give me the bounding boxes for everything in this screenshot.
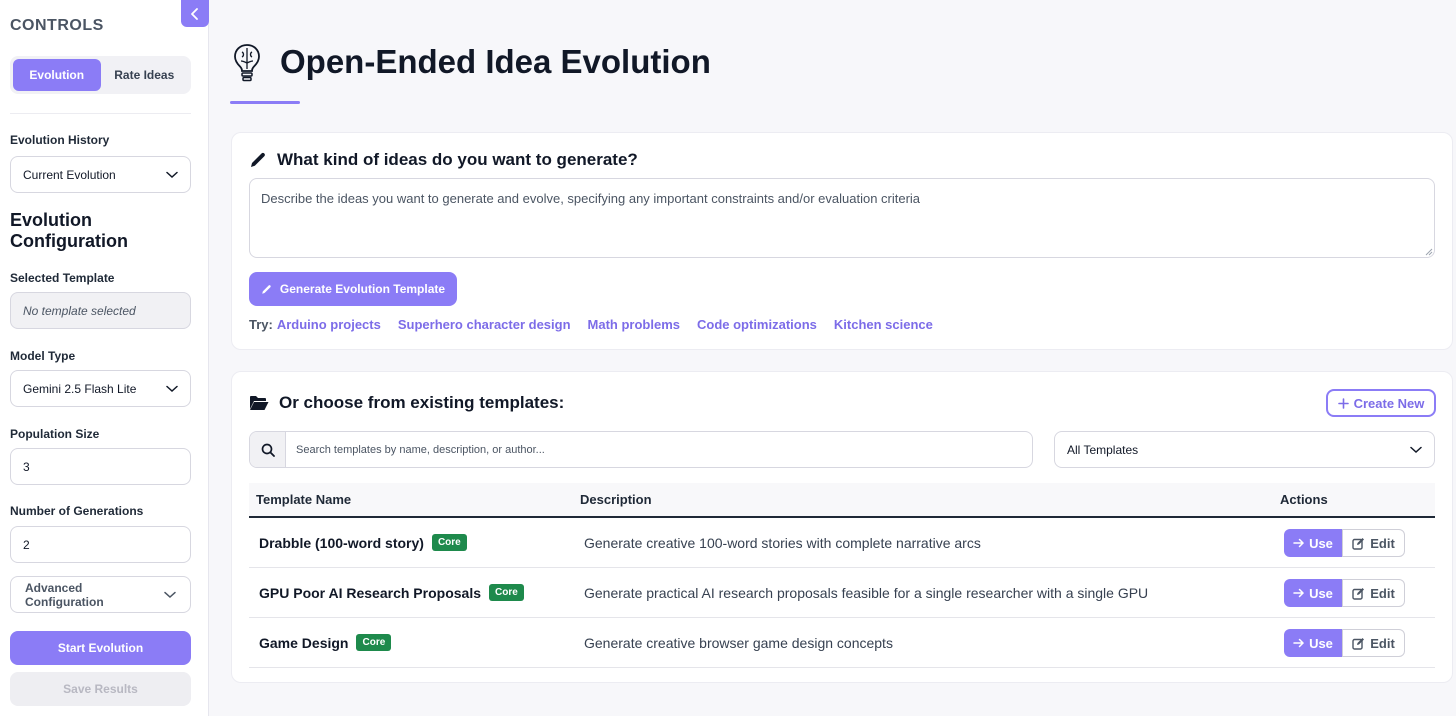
column-header-description: Description [580,492,652,507]
column-header-actions: Actions [1280,492,1328,507]
templates-heading: Or choose from existing templates: [249,393,564,413]
model-type-label: Model Type [10,349,76,363]
template-filter-select[interactable]: All Templates [1054,431,1435,468]
core-badge: Core [356,634,392,651]
resize-grip-icon[interactable] [1425,248,1433,256]
advanced-config-label: Advanced Configuration [25,580,104,609]
chevron-down-icon [164,591,176,598]
template-name-cell: GPU Poor AI Research Proposals Core [259,584,524,601]
core-badge: Core [489,584,524,601]
table-row: Drabble (100-word story) Core Generate c… [249,518,1435,568]
evolution-history-select[interactable]: Current Evolution [10,156,191,193]
suggestion-link[interactable]: Arduino projects [277,317,381,332]
title-underline [230,101,300,104]
generations-label: Number of Generations [10,504,144,518]
edit-button[interactable]: Edit [1342,529,1405,557]
template-description: Generate creative browser game design co… [584,635,893,651]
use-button[interactable]: Use [1284,579,1342,607]
create-new-button[interactable]: Create New [1326,389,1436,417]
edit-label: Edit [1370,635,1395,651]
idea-description-input[interactable]: Describe the ideas you want to generate … [249,178,1435,258]
pencil-icon [251,152,265,167]
start-evolution-button[interactable]: Start Evolution [10,631,191,665]
collapse-sidebar-button[interactable] [181,0,209,27]
model-type-select[interactable]: Gemini 2.5 Flash Lite [10,370,191,407]
save-results-button[interactable]: Save Results [10,672,191,706]
tab-evolution[interactable]: Evolution [13,59,101,91]
mode-tabs: Evolution Rate Ideas [10,56,191,94]
selected-template-label: Selected Template [10,271,115,285]
arrow-right-icon [1293,638,1305,648]
sidebar: CONTROLS Evolution Rate Ideas Evolution … [0,0,209,716]
template-name-cell: Game Design Core [259,634,392,651]
folder-open-icon [250,396,269,410]
edit-icon [1352,587,1365,600]
search-addon [250,432,286,467]
table-row: GPU Poor AI Research Proposals Core Gene… [249,568,1435,618]
use-label: Use [1309,535,1333,551]
pencil-icon [262,284,271,294]
population-size-label: Population Size [10,427,100,441]
template-name-cell: Drabble (100-word story) Core [259,534,467,551]
template-description: Generate practical AI research proposals… [584,585,1149,601]
generate-heading-text: What kind of ideas do you want to genera… [277,150,638,169]
edit-label: Edit [1370,585,1395,601]
suggestion-link[interactable]: Superhero character design [398,317,571,332]
generate-template-button[interactable]: Generate Evolution Template [249,272,457,306]
template-name: Drabble (100-word story) [259,534,424,551]
chevron-down-icon [166,171,178,178]
use-label: Use [1309,635,1333,651]
controls-title: CONTROLS [10,17,104,34]
try-label: Try: [249,317,273,332]
edit-button[interactable]: Edit [1342,579,1405,607]
templates-table-header: Template Name Description Actions [249,483,1435,518]
generate-heading: What kind of ideas do you want to genera… [249,150,638,170]
config-title: Evolution Configuration [10,210,128,251]
plus-icon [1337,397,1349,409]
suggestion-link[interactable]: Code optimizations [697,317,817,332]
template-name: GPU Poor AI Research Proposals [259,584,481,601]
arrow-right-icon [1293,588,1305,598]
generations-input[interactable]: 2 [10,526,191,563]
selected-template-display: No template selected [10,292,191,329]
templates-heading-text: Or choose from existing templates: [279,393,565,412]
advanced-config-toggle[interactable]: Advanced Configuration [10,576,191,613]
template-description: Generate creative 100-word stories with … [584,535,981,551]
evolution-history-value: Current Evolution [23,167,116,182]
template-name: Game Design [259,634,349,651]
chevron-left-icon [191,7,198,20]
edit-button[interactable]: Edit [1342,629,1405,657]
use-button[interactable]: Use [1284,529,1342,557]
model-type-value: Gemini 2.5 Flash Lite [23,381,137,396]
generate-template-label: Generate Evolution Template [279,282,446,296]
chevron-down-icon [166,385,178,392]
sidebar-divider [10,113,191,114]
template-search: Search templates by name, description, o… [249,431,1033,468]
template-filter-value: All Templates [1067,442,1139,457]
chevron-down-icon [1410,446,1422,453]
page-title: Open-Ended Idea Evolution [280,43,711,80]
row-actions: Use Edit [1284,579,1405,607]
population-size-input[interactable]: 3 [10,448,191,485]
arrow-right-icon [1293,538,1305,548]
search-icon [261,443,275,457]
row-actions: Use Edit [1284,629,1405,657]
table-row: Game Design Core Generate creative brows… [249,618,1435,668]
use-button[interactable]: Use [1284,629,1342,657]
edit-label: Edit [1370,535,1395,551]
tab-rate-ideas[interactable]: Rate Ideas [101,59,189,91]
template-search-input[interactable]: Search templates by name, description, o… [286,432,1032,467]
use-label: Use [1309,585,1333,601]
row-actions: Use Edit [1284,529,1405,557]
create-new-label: Create New [1353,395,1425,411]
suggestion-row: Try: Arduino projects Superhero characte… [249,317,950,332]
edit-icon [1352,637,1365,650]
lightbulb-brain-icon [234,44,260,82]
suggestion-link[interactable]: Kitchen science [834,317,933,332]
suggestion-link[interactable]: Math problems [588,317,680,332]
edit-icon [1352,537,1365,550]
core-badge: Core [431,534,467,551]
evolution-history-label: Evolution History [10,133,110,147]
column-header-name: Template Name [256,492,352,507]
